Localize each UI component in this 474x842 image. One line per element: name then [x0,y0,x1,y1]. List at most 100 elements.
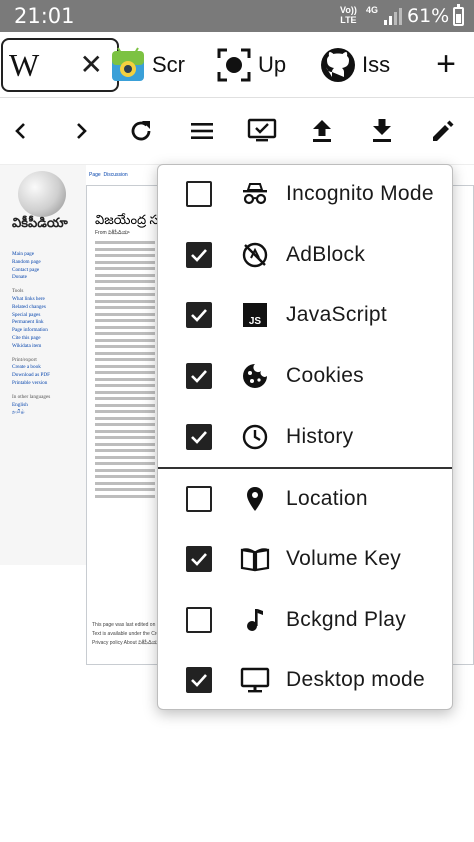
wikipedia-w-icon: W [9,46,40,83]
nav-link[interactable]: Random page [12,259,50,267]
location-checkbox[interactable] [186,486,212,512]
menu-item-adblock[interactable]: AdBlock [158,226,454,286]
menu-item-history[interactable]: History [158,408,454,468]
tab-wikipedia[interactable]: W ✕ [1,38,119,92]
text-line [95,423,155,427]
wikipedia-globe-logo[interactable] [18,171,66,217]
menu-item-incognito[interactable]: Incognito Mode [158,165,454,225]
text-line [95,488,155,492]
text-line [95,416,155,420]
upload-button[interactable] [307,116,337,146]
add-tab-button[interactable]: + [436,46,456,82]
tab-up[interactable]: Up [216,38,286,92]
refresh-button[interactable] [126,116,156,146]
incognito-checkbox[interactable] [186,181,212,207]
javascript-checkbox[interactable] [186,302,212,328]
battery-percent: 61% [407,5,450,27]
tools-link[interactable]: Special pages [12,312,50,320]
text-line [95,436,155,440]
menu-item-location[interactable]: Location [158,470,454,530]
background-play-checkbox[interactable] [186,607,212,633]
print-heading: Print/export [12,356,37,363]
language-link[interactable]: தமிழ் [12,409,50,417]
screenshot-icon [217,48,251,82]
menu-item-label: Cookies [286,364,364,387]
edit-button[interactable] [428,116,458,146]
history-checkbox[interactable] [186,424,212,450]
tab-strip: W ✕ Scr Up Iss + [0,32,474,98]
status-time: 21:01 [14,4,75,28]
text-line [95,481,155,485]
wiki-page-tabs: Page Discussion [89,172,128,178]
page-tab[interactable]: Page [89,172,101,178]
settings-dropdown-menu: Incognito Mode AdBlock JS JavaScript Coo… [157,164,453,710]
music-note-icon [240,605,270,635]
text-line [95,280,155,284]
text-line [95,462,155,466]
article-source: From వికీపీడియా [95,230,130,236]
text-line [95,468,155,472]
menu-item-label: Desktop mode [286,668,426,691]
github-icon [321,48,355,82]
nav-link[interactable]: Donate [12,274,50,282]
nav-link[interactable]: Main page [12,251,50,259]
battery-icon [453,4,464,26]
nav-link[interactable]: Contact page [12,267,50,275]
text-line [95,371,155,375]
footer-line[interactable]: Privacy policy About వికీపీడియా [92,639,162,648]
menu-divider [158,467,452,469]
close-tab-icon[interactable]: ✕ [80,50,103,80]
android-app-icon [112,47,144,81]
text-line [95,241,155,245]
desktop-icon [240,665,270,695]
menu-item-volume-key[interactable]: Volume Key [158,530,454,590]
text-line [95,338,155,342]
menu-item-javascript[interactable]: JS JavaScript [158,286,454,346]
volte-indicator: Vo)) LTE [340,5,357,25]
tab-iss[interactable]: Iss [320,38,390,92]
status-bar: 21:01 Vo)) LTE 4G 61% [0,0,474,32]
print-link[interactable]: Create a book [12,364,50,372]
tools-link[interactable]: What links here [12,296,50,304]
text-line [95,429,155,433]
menu-item-label: Incognito Mode [286,182,434,205]
network-type: 4G [366,5,379,15]
menu-item-background-play[interactable]: Bckgnd Play [158,591,454,651]
forward-button[interactable] [66,116,96,146]
discussion-tab[interactable]: Discussion [103,172,127,178]
text-line [95,442,155,446]
text-line [95,390,155,394]
text-line [95,345,155,349]
language-link[interactable]: English [12,402,50,410]
menu-item-desktop-mode[interactable]: Desktop mode [158,651,454,711]
tools-link[interactable]: Page information [12,327,50,335]
text-line [95,377,155,381]
download-icon [373,119,391,142]
text-line [95,325,155,329]
tools-link[interactable]: Cite this page [12,335,50,343]
footer-line: This page was last edited on 24 [92,622,163,628]
volume-key-checkbox[interactable] [186,546,212,572]
download-button[interactable] [367,116,397,146]
text-line [95,319,155,323]
back-button[interactable] [6,116,36,146]
tools-heading: Tools [12,288,24,295]
print-link[interactable]: Download as PDF [12,372,50,380]
tools-link[interactable]: Permanent link [12,319,50,327]
adblock-checkbox[interactable] [186,242,212,268]
print-link[interactable]: Printable version [12,380,50,388]
cookies-checkbox[interactable] [186,363,212,389]
wiki-sidebar: వికీపీడియా Main page Random page Contact… [0,165,86,565]
desktop-mode-checkbox[interactable] [186,667,212,693]
cookie-icon [240,361,270,391]
incognito-icon [240,179,270,209]
menu-item-cookies[interactable]: Cookies [158,347,454,407]
menu-button[interactable] [187,116,217,146]
tab-scr[interactable]: Scr [110,38,185,92]
tools-link[interactable]: Wikidata item [12,343,50,351]
text-line [95,332,155,336]
javascript-icon: JS [240,300,270,330]
tools-link[interactable]: Related changes [12,304,50,312]
desktop-site-button[interactable] [247,116,277,146]
text-line [95,260,155,264]
